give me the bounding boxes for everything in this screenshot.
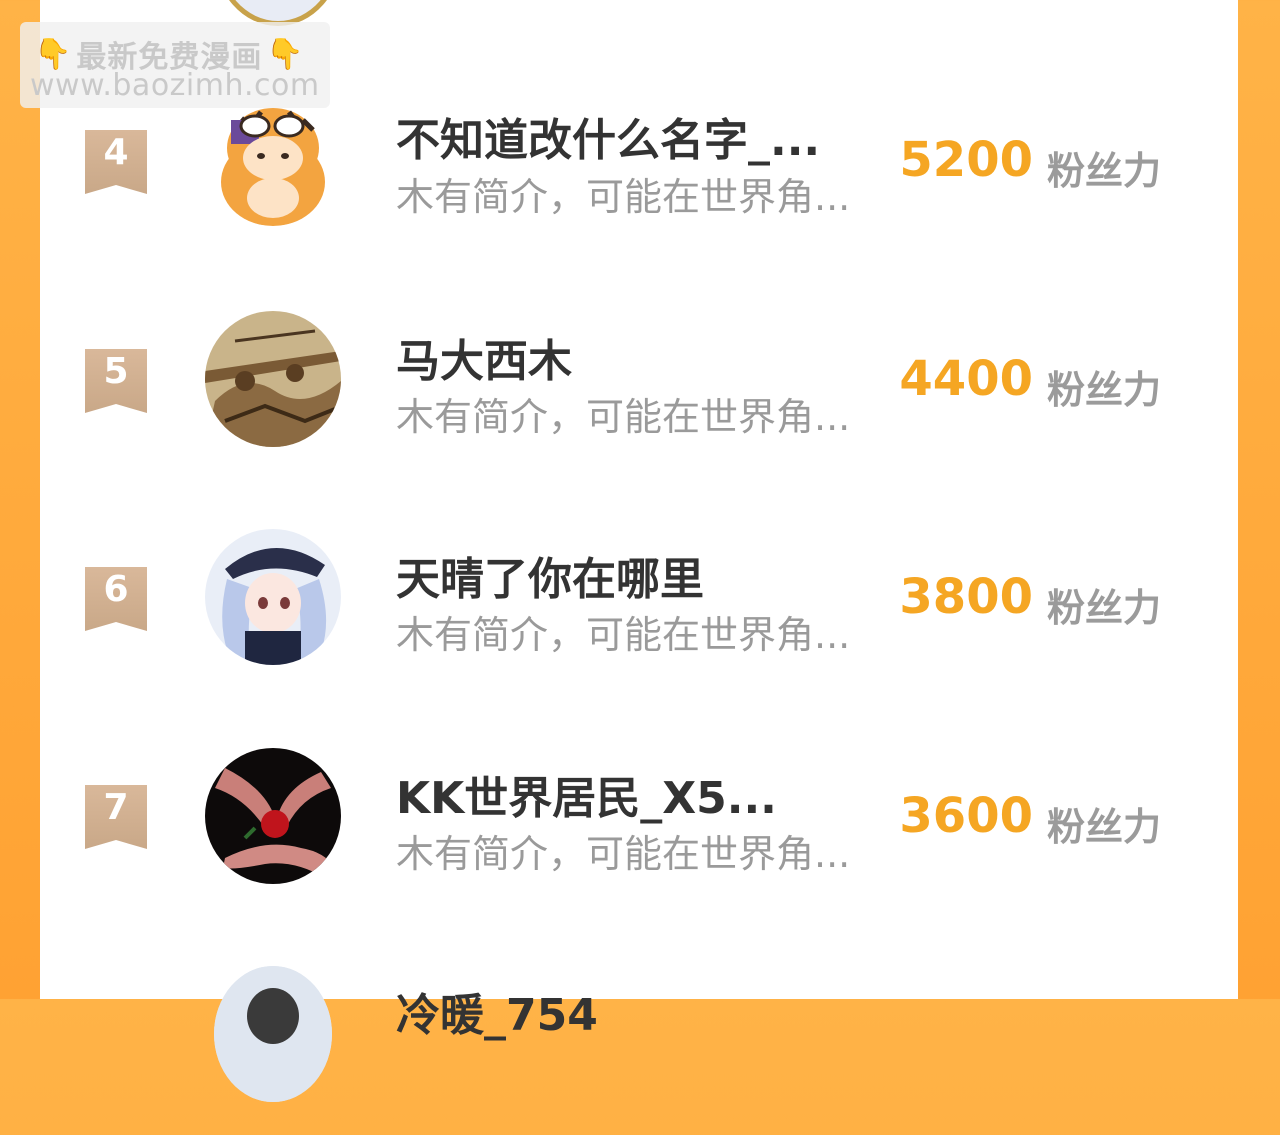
pointing-down-icon: 👇 xyxy=(266,36,305,72)
pointing-down-icon: 👇 xyxy=(34,36,73,72)
user-name[interactable]: KK世界居民_X5... xyxy=(396,762,777,826)
fans-label: 粉丝力 xyxy=(1047,149,1162,193)
anime-girl-cap-avatar-icon xyxy=(205,529,341,665)
ranking-row[interactable]: 冷暖_754 xyxy=(40,935,1238,1135)
ranking-panel: 4 不知道改什么名字_... 木有简介，可能在世界角... 5200 粉丝力 5 xyxy=(40,0,1238,1102)
ranking-row[interactable]: 7 KK世界居民_X5... 木有简介，可能在世界角... 3600 粉丝力 xyxy=(40,717,1238,917)
avatar[interactable] xyxy=(205,90,341,226)
rank-badge: 6 xyxy=(85,567,147,631)
user-name[interactable]: 冷暖_754 xyxy=(396,979,598,1043)
watermark: 👇 最新免费漫画 👇 www.baozimh.com xyxy=(20,22,330,108)
hands-rose-avatar-icon xyxy=(205,748,341,884)
ranking-row[interactable]: 6 天晴了你在哪里 木有简介，可能在世界角... 3800 粉丝力 xyxy=(40,498,1238,698)
avatar[interactable] xyxy=(205,311,341,447)
avatar[interactable] xyxy=(205,748,341,884)
fans-label: 粉丝力 xyxy=(1047,805,1162,849)
fans-label: 粉丝力 xyxy=(1047,586,1162,630)
fans-count: 4400 xyxy=(899,351,1033,407)
user-bio: 木有简介，可能在世界角... xyxy=(396,613,851,657)
user-bio: 木有简介，可能在世界角... xyxy=(396,395,851,439)
tiger-costume-avatar-icon xyxy=(205,90,341,226)
fans-label: 粉丝力 xyxy=(1047,368,1162,412)
ranking-row[interactable]: 5 马大西木 木有简介，可能在世界角... 4400 粉丝力 xyxy=(40,280,1238,480)
sepia-soldiers-avatar-icon xyxy=(205,311,341,447)
avatar[interactable] xyxy=(205,529,341,665)
watermark-url: www.baozimh.com xyxy=(30,68,320,103)
person-avatar-icon xyxy=(214,966,332,1102)
rank-badge: 5 xyxy=(85,349,147,413)
user-name[interactable]: 马大西木 xyxy=(396,325,572,389)
user-bio: 木有简介，可能在世界角... xyxy=(396,832,851,876)
user-name[interactable]: 不知道改什么名字_... xyxy=(396,104,820,168)
rank-badge: 4 xyxy=(85,130,147,194)
avatar[interactable] xyxy=(214,966,332,1102)
user-name[interactable]: 天晴了你在哪里 xyxy=(396,543,704,607)
fans-count: 3600 xyxy=(899,788,1033,844)
user-bio: 木有简介，可能在世界角... xyxy=(396,175,851,219)
rank-badge: 7 xyxy=(85,785,147,849)
fans-count: 5200 xyxy=(899,132,1033,188)
fans-count: 3800 xyxy=(899,569,1033,625)
